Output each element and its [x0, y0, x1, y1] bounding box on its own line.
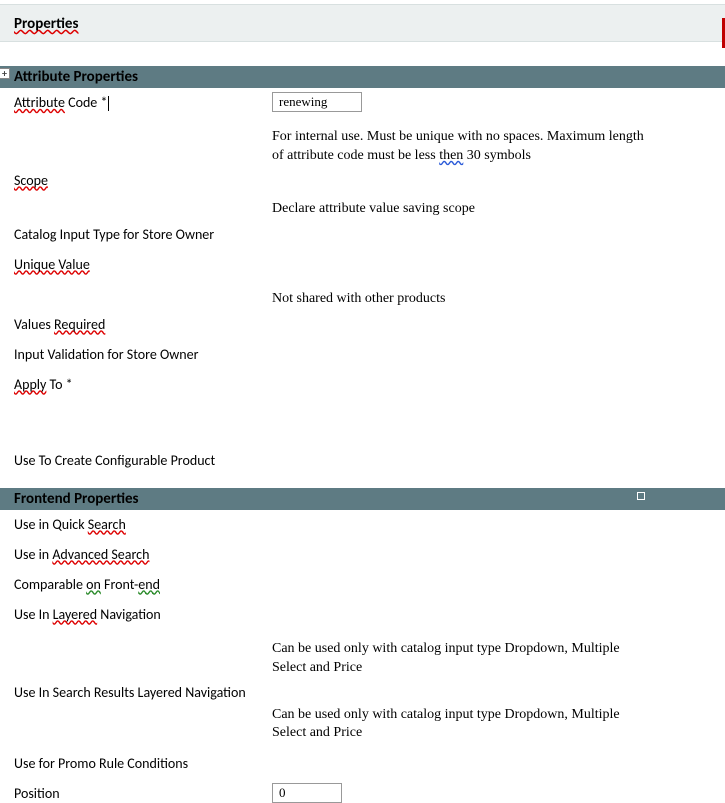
text-caret-icon [108, 96, 109, 111]
resize-handle-icon[interactable] [637, 492, 645, 500]
label-scope: Scope [14, 170, 272, 189]
page-title-bar: Properties [0, 4, 725, 42]
row-layered-nav: Use In Layered Navigation [14, 604, 725, 624]
frontend-properties-body: Use in Quick Search Use in Advanced Sear… [0, 514, 725, 803]
help-scope: Declare attribute value saving scope [272, 200, 725, 219]
help-attribute-code: For internal use. Must be unique with no… [272, 128, 725, 166]
label-unique-value: Unique Value [14, 254, 272, 273]
row-values-required: Values Required [14, 314, 725, 334]
expand-icon[interactable]: + [0, 68, 10, 79]
row-input-validation: Input Validation for Store Owner [14, 344, 725, 364]
row-unique-help: Not shared with other products [14, 290, 725, 310]
row-scope-help: Declare attribute value saving scope [14, 200, 725, 220]
help-unique: Not shared with other products [272, 290, 725, 309]
row-promo: Use for Promo Rule Conditions [14, 753, 725, 773]
attribute-properties-body: Attribute Code * For internal use. Must … [0, 92, 725, 470]
page-title: Properties [14, 15, 78, 33]
section-header-attribute-properties: + Attribute Properties [0, 66, 725, 88]
row-unique-value: Unique Value [14, 254, 725, 274]
label-advanced-search: Use in Advanced Search [14, 544, 272, 563]
row-attribute-code-help: For internal use. Must be unique with no… [14, 128, 725, 166]
label-promo: Use for Promo Rule Conditions [14, 753, 272, 772]
row-layered-help: Can be used only with catalog input type… [14, 640, 725, 678]
input-position[interactable] [272, 783, 342, 803]
row-scope: Scope [14, 170, 725, 190]
help-results: Can be used only with catalog input type… [272, 706, 725, 744]
row-position: Position [14, 783, 725, 803]
section-title-attribute: Attribute Properties [14, 68, 138, 86]
row-input-type: Catalog Input Type for Store Owner [14, 224, 725, 244]
row-attribute-code: Attribute Code * [14, 92, 725, 112]
label-input-type: Catalog Input Type for Store Owner [14, 224, 272, 243]
row-results-help: Can be used only with catalog input type… [14, 706, 725, 744]
section-title-frontend: Frontend Properties [14, 490, 139, 508]
label-quick-search: Use in Quick Search [14, 514, 272, 533]
label-values-required: Values Required [14, 314, 272, 333]
label-apply-to: Apply To * [14, 374, 272, 393]
row-quick-search: Use in Quick Search [14, 514, 725, 534]
section-header-frontend-properties: Frontend Properties [0, 488, 725, 510]
row-advanced-search: Use in Advanced Search [14, 544, 725, 564]
label-attribute-code: Attribute Code * [14, 92, 272, 111]
label-results-layered: Use In Search Results Layered Navigation [14, 682, 272, 701]
help-layered: Can be used only with catalog input type… [272, 640, 725, 678]
row-apply-to: Apply To * [14, 374, 725, 394]
label-layered-nav: Use In Layered Navigation [14, 604, 272, 623]
label-input-validation: Input Validation for Store Owner [14, 344, 272, 363]
row-comparable: Comparable on Front-end [14, 574, 725, 594]
input-attribute-code[interactable] [272, 92, 362, 112]
label-position: Position [14, 783, 272, 802]
row-configurable: Use To Create Configurable Product [14, 450, 725, 470]
row-results-layered: Use In Search Results Layered Navigation [14, 682, 725, 702]
label-comparable: Comparable on Front-end [14, 574, 272, 593]
label-configurable: Use To Create Configurable Product [14, 450, 272, 469]
